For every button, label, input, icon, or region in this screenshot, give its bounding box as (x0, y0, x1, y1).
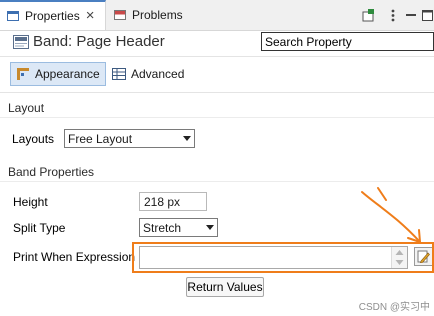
print-when-expression-label: Print When Expression (13, 250, 136, 264)
tab-problems[interactable]: Problems (107, 0, 191, 30)
close-icon[interactable]: × (86, 8, 95, 23)
appearance-icon (16, 67, 30, 81)
split-type-select[interactable]: Stretch (139, 218, 218, 237)
layouts-select-value: Free Layout (68, 131, 133, 146)
subtab-advanced[interactable]: Advanced (109, 62, 189, 86)
problems-icon (114, 10, 126, 20)
layouts-select[interactable]: Free Layout (64, 129, 195, 148)
properties-icon (7, 11, 19, 21)
height-field[interactable]: 218 px (139, 192, 207, 211)
return-values-button[interactable]: Return Values (186, 277, 264, 297)
section-heading-band-properties: Band Properties (8, 165, 95, 179)
maximize-icon[interactable] (420, 8, 434, 22)
subtab-appearance[interactable]: Appearance (10, 62, 106, 86)
split-type-select-value: Stretch (143, 220, 182, 235)
subtab-label: Advanced (131, 67, 185, 81)
section-heading-layout: Layout (8, 101, 45, 115)
subtab-label: Appearance (35, 67, 100, 81)
tab-label: Properties (25, 9, 80, 23)
page-title: Band: Page Header (33, 33, 165, 50)
chevron-down-icon (203, 225, 217, 230)
tab-label: Problems (132, 8, 183, 22)
search-property-input[interactable] (261, 32, 434, 51)
height-label: Height (13, 195, 48, 209)
divider (0, 117, 434, 118)
table-icon (112, 68, 126, 80)
layouts-label: Layouts (12, 132, 55, 146)
chevron-down-icon (180, 136, 194, 141)
divider (0, 181, 434, 182)
band-icon (13, 35, 29, 49)
view-menu-icon[interactable] (386, 8, 400, 22)
annotation-arrow (361, 187, 421, 243)
divider (0, 56, 434, 57)
minimize-icon[interactable] (404, 8, 418, 22)
watermark: CSDN @实习中 (358, 302, 430, 313)
split-type-label: Split Type (13, 221, 66, 235)
pin-view-icon[interactable] (361, 8, 375, 22)
divider (0, 92, 434, 93)
tab-properties[interactable]: Properties × (0, 0, 106, 30)
